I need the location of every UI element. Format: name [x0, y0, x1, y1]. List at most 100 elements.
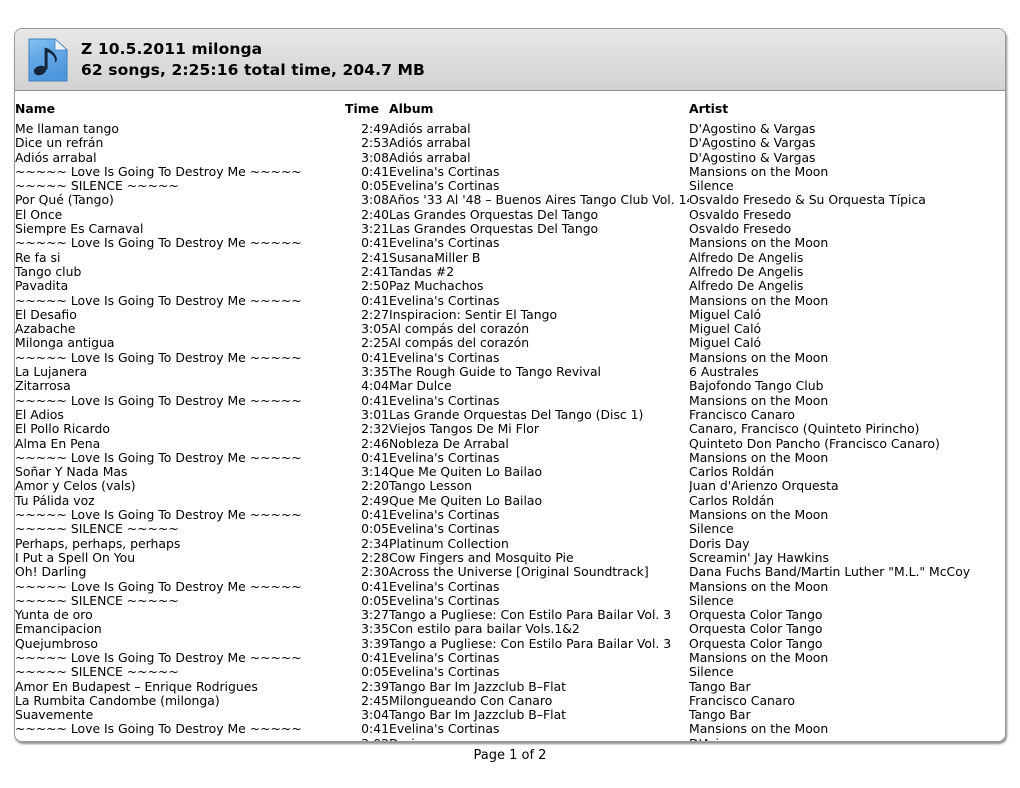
song-album: Darienzo — [389, 737, 689, 741]
song-time: 0:41 — [361, 508, 389, 523]
table-row: Amor En Budapest – Enrique Rodrigues 2:39… — [15, 679, 1005, 694]
song-album: Evelina's Cortinas — [389, 650, 500, 665]
song-time: 3:08 — [361, 193, 389, 208]
song-time: 2:28 — [361, 550, 389, 565]
table-row: Dice un refrán 2:53 Adiós arrabal D'Agostin… — [15, 136, 1005, 151]
song-time: 2:49 — [361, 493, 389, 508]
song-artist: Alfredo De Angelis — [689, 250, 804, 265]
playlist-title: Z 10.5.2011 milonga — [81, 40, 263, 59]
song-name: Amor y Celos (vals) — [15, 479, 136, 494]
song-time: 2:27 — [361, 307, 389, 322]
song-name: El Adios — [15, 407, 64, 422]
song-artist: Alfredo De Angelis — [689, 264, 804, 279]
table-row: ~~~~~ Love Is Going To Destroy Me ~~~~~ 0… — [15, 579, 1005, 594]
song-album: Tango Lesson — [389, 479, 472, 494]
song-artist: Mansions on the Moon — [689, 722, 829, 737]
song-time: 3:01 — [361, 407, 389, 422]
song-artist: D'Agostino & Vargas — [689, 122, 816, 136]
song-artist: Miguel Caló — [689, 322, 762, 337]
song-time: 0:05 — [361, 179, 389, 194]
song-time: 2:34 — [361, 536, 389, 551]
song-album: Inspiracion: Sentir El Tango — [389, 307, 558, 322]
song-time: 2:39 — [361, 679, 389, 694]
song-time: 0:05 — [361, 665, 389, 680]
song-time: 2:53 — [361, 136, 389, 151]
song-name: Soñar Y Nada Mas — [15, 465, 128, 480]
song-name: Emancipacion — [15, 622, 102, 637]
song-artist: D'Agostino & Vargas — [689, 150, 816, 165]
table-row: Pavadita 2:50 Paz Muchachos Alfredo De Ange… — [15, 279, 1005, 294]
song-time: 3:04 — [361, 708, 389, 723]
music-document-icon — [27, 37, 69, 83]
song-album: Platinum Collection — [389, 536, 509, 551]
song-name: ~~~~~ Love Is Going To Destroy Me ~~~~~ — [15, 579, 302, 594]
song-time: 0:05 — [361, 593, 389, 608]
table-row: ~~~~~ Love Is Going To Destroy Me ~~~~~ 0… — [15, 393, 1005, 408]
table-row: Me llaman tango 2:49 Adiós arrabal D'Agosti… — [15, 122, 1005, 136]
column-header-name: Name — [15, 101, 56, 116]
song-name: ~~~~~ Love Is Going To Destroy Me ~~~~~ — [15, 293, 302, 308]
table-row: El Pollo Ricardo 2:32 Viejos Tangos De Mi … — [15, 422, 1005, 437]
song-artist: D'Agostino & Vargas — [689, 136, 816, 151]
song-name: ~~~~~ SILENCE ~~~~~ — [15, 179, 179, 194]
song-name: ~~~~~ Love Is Going To Destroy Me ~~~~~ — [15, 508, 302, 523]
song-time: 3:39 — [361, 636, 389, 651]
song-time: 2:30 — [361, 565, 389, 580]
song-name: La Rumbita Candombe (milonga) — [15, 693, 220, 708]
song-time: 2:45 — [361, 693, 389, 708]
table-row: Perhaps, perhaps, perhaps 2:34 Platinum Co… — [15, 536, 1005, 551]
song-time: 0:41 — [361, 393, 389, 408]
song-album: Tango Bar Im Jazzclub B–Flat — [389, 679, 567, 694]
song-album: Evelina's Cortinas — [389, 579, 500, 594]
song-table-body: Me llaman tango 2:49 Adiós arrabal D'Agosti… — [15, 122, 1005, 741]
song-album: Adiós arrabal — [389, 122, 471, 136]
table-row: Tu Pálida voz 2:49 Que Me Quiten Lo Bailao… — [15, 493, 1005, 508]
song-name: Zitarrosa — [15, 379, 71, 394]
song-name: ~~~~~ Love Is Going To Destroy Me ~~~~~ — [15, 722, 302, 737]
song-name: Oh! Darling — [15, 565, 87, 580]
song-name: Milonga antigua — [15, 336, 115, 351]
song-artist: Mansions on the Moon — [689, 164, 829, 179]
table-row: ~~~~~ Love Is Going To Destroy Me ~~~~~ 0… — [15, 722, 1005, 737]
song-time: 2:41 — [361, 250, 389, 265]
table-row: ~~~~~ SILENCE ~~~~~ 0:05 Evelina's Cortina… — [15, 179, 1005, 194]
song-name: Quejumbroso — [15, 636, 98, 651]
song-album: Tango Bar Im Jazzclub B–Flat — [389, 708, 567, 723]
table-row: Siempre Es Carnaval 3:21 Las Grandes Orque… — [15, 222, 1005, 237]
song-name: Amor En Budapest – Enrique Rodrigues — [15, 679, 258, 694]
song-name: Jueves — [15, 737, 345, 741]
table-row: Por Qué (Tango) 3:08 Años '33 Al '48 – Bue… — [15, 193, 1005, 208]
song-artist: Canaro, Francisco (Quinteto Pirincho) — [689, 422, 920, 437]
table-row: Soñar Y Nada Mas 3:14 Que Me Quiten Lo Bai… — [15, 465, 1005, 480]
song-artist: Osvaldo Fresedo & Su Orquesta Típica — [689, 193, 926, 208]
song-album: Al compás del corazón — [389, 322, 530, 337]
table-row: ~~~~~ Love Is Going To Destroy Me ~~~~~ 0… — [15, 650, 1005, 665]
song-name: I Put a Spell On You — [15, 550, 136, 565]
table-row: ~~~~~ Love Is Going To Destroy Me ~~~~~ 0… — [15, 236, 1005, 250]
song-name: Tango club — [15, 264, 82, 279]
song-album: Adiós arrabal — [389, 150, 471, 165]
song-name: Pavadita — [15, 279, 69, 294]
song-name: Tu Pálida voz — [15, 493, 95, 508]
song-artist: Carlos Roldán — [689, 493, 775, 508]
song-time: 2:50 — [361, 279, 389, 294]
song-time: 3:35 — [361, 622, 389, 637]
song-time: 2:25 — [361, 336, 389, 351]
column-header-time: Time — [345, 101, 380, 116]
table-row: El Desafio 2:27 Inspiracion: Sentir El Tan… — [15, 307, 1005, 322]
song-time: 0:41 — [361, 350, 389, 365]
song-album: Las Grandes Orquestas Del Tango — [389, 222, 599, 237]
song-artist: Alfredo De Angelis — [689, 279, 804, 294]
table-row: Oh! Darling 2:30 Across the Universe [Orig… — [15, 565, 1005, 580]
song-name: ~~~~~ Love Is Going To Destroy Me ~~~~~ — [15, 164, 302, 179]
song-album: Tango a Pugliese: Con Estilo Para Bailar… — [389, 636, 672, 651]
song-table-wrap: Name Time Album Artist Me llaman tango 2:… — [15, 91, 1005, 741]
song-time: 2:40 — [361, 207, 389, 222]
song-time: 3:27 — [361, 608, 389, 623]
table-row: I Put a Spell On You 2:28 Cow Fingers and … — [15, 550, 1005, 565]
table-row: Amor y Celos (vals) 2:20 Tango Lesson Juan … — [15, 479, 1005, 494]
song-name: Re fa si — [15, 250, 61, 265]
song-artist: Mansions on the Moon — [689, 579, 829, 594]
table-row: ~~~~~ SILENCE ~~~~~ 0:05 Evelina's Cortina… — [15, 522, 1005, 536]
song-name: El Pollo Ricardo — [15, 422, 111, 437]
